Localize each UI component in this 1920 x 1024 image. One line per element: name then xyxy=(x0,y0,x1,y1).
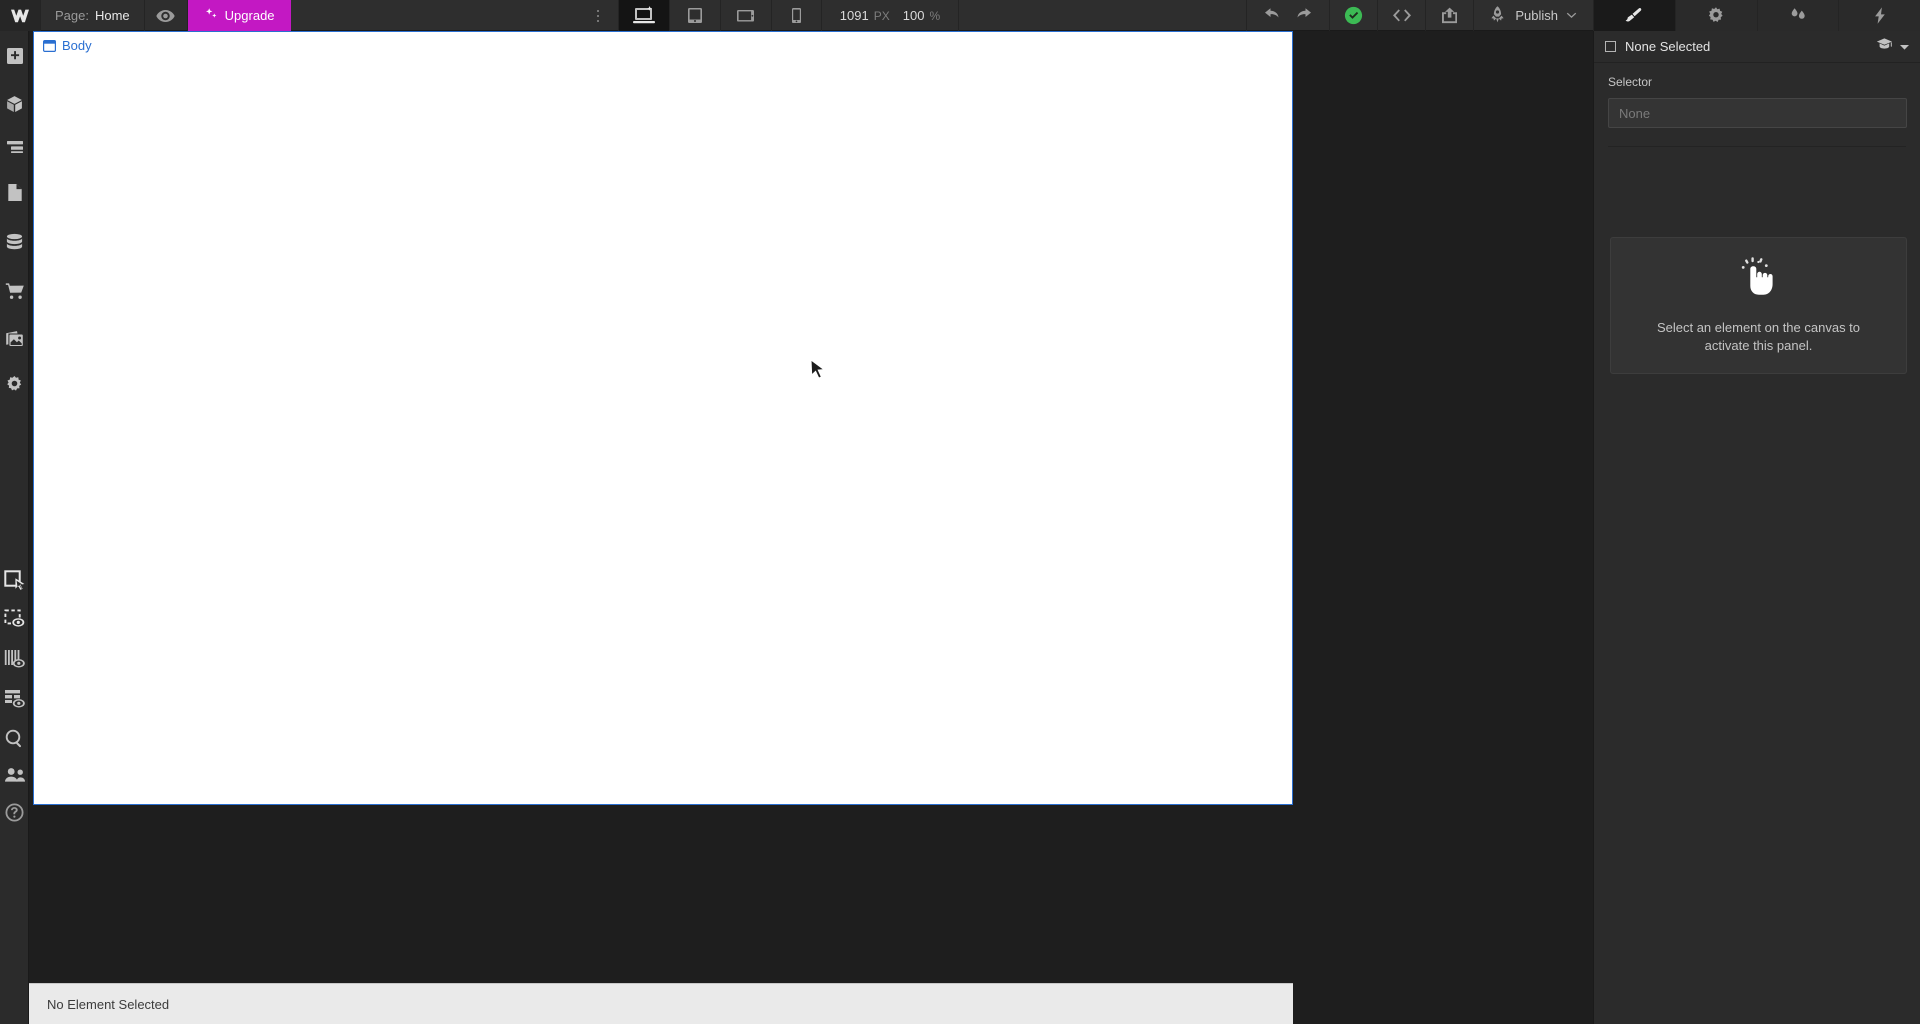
share-export-icon[interactable] xyxy=(1425,0,1473,31)
publish-label: Publish xyxy=(1515,8,1558,23)
body-element-label[interactable]: Body xyxy=(39,36,96,55)
device-tablet-button[interactable] xyxy=(668,0,720,31)
sidebar-item-cms[interactable] xyxy=(0,225,29,259)
selector-input[interactable]: None xyxy=(1608,98,1907,128)
device-breakpoints xyxy=(617,0,822,31)
tab-effects[interactable] xyxy=(1838,0,1920,31)
sidebar-item-assets[interactable] xyxy=(0,322,29,356)
more-vertical-icon[interactable] xyxy=(578,0,618,31)
selector-label: Selector xyxy=(1608,75,1653,89)
canvas-width-value: 1091 xyxy=(839,8,869,23)
redo-arrow-icon[interactable] xyxy=(1294,6,1313,25)
body-label-text: Body xyxy=(62,38,92,53)
sidebar-item-components[interactable] xyxy=(0,87,29,121)
webflow-designer: Page: Home Upgrade 1091 PX 100 % Publish… xyxy=(0,0,1920,1024)
zoom-scale-value: 100 xyxy=(902,8,925,23)
canvas-area: Body No Element Selected xyxy=(29,31,1293,1024)
tab-settings[interactable] xyxy=(1674,0,1757,31)
empty-state-panel: Select an element on the canvas to activ… xyxy=(1610,237,1907,374)
toolbar-spacer-left xyxy=(291,0,578,30)
chevron-down-icon xyxy=(1566,8,1577,23)
sidebar-item-show-hidden[interactable] xyxy=(0,602,29,636)
sidebar-item-navigator[interactable] xyxy=(0,130,29,164)
sidebar-item-add-elements[interactable] xyxy=(0,39,29,73)
page-value: Home xyxy=(94,8,130,23)
square-outline-icon xyxy=(1605,41,1616,52)
sparkle-icon xyxy=(204,7,218,24)
zoom-readout[interactable]: 1091 PX 100 % xyxy=(822,0,960,31)
code-brackets-icon[interactable] xyxy=(1377,0,1425,31)
webflow-logo-icon[interactable] xyxy=(0,0,41,31)
pointing-hand-click-icon xyxy=(1739,256,1779,303)
empty-state-message: Select an element on the canvas to activ… xyxy=(1656,320,1861,353)
upgrade-label: Upgrade xyxy=(224,8,275,23)
selector-section: Selector None xyxy=(1594,63,1920,147)
chevron-down-icon[interactable] xyxy=(1899,38,1910,56)
panel-divider xyxy=(1608,146,1906,147)
status-bar: No Element Selected xyxy=(29,983,1293,1024)
device-mobile-button[interactable] xyxy=(770,0,822,31)
canvas-width-unit: PX xyxy=(873,8,890,23)
canvas-body-frame[interactable]: Body xyxy=(33,31,1293,805)
left-sidebar xyxy=(0,31,29,1024)
sidebar-item-preview-grid[interactable] xyxy=(0,682,29,716)
page-label: Page: xyxy=(55,8,89,23)
page-selector[interactable]: Page: Home xyxy=(41,0,145,31)
top-toolbar: Page: Home Upgrade 1091 PX 100 % Publish xyxy=(0,0,1920,31)
tab-style[interactable] xyxy=(1593,0,1675,31)
selector-input-placeholder: None xyxy=(1619,105,1651,121)
style-panel: None Selected Selector None Select an el… xyxy=(1593,31,1920,1024)
mouse-pointer-icon xyxy=(810,359,826,379)
sidebar-item-pages[interactable] xyxy=(0,175,29,209)
selection-header: None Selected xyxy=(1594,31,1920,63)
toolbar-actions: Publish xyxy=(1246,0,1920,31)
undo-arrow-icon[interactable] xyxy=(1263,6,1282,25)
rocket-icon xyxy=(1488,5,1507,27)
right-panel-tabs xyxy=(1593,0,1920,31)
toolbar-spacer-right xyxy=(959,0,1246,30)
sidebar-item-collaborators[interactable] xyxy=(0,758,29,792)
sidebar-item-ecommerce[interactable] xyxy=(0,274,29,308)
tab-interactions[interactable] xyxy=(1756,0,1839,31)
selection-header-tools xyxy=(1876,37,1910,56)
sidebar-item-settings[interactable] xyxy=(0,367,29,401)
check-circle-icon[interactable] xyxy=(1329,0,1377,31)
upgrade-button[interactable]: Upgrade xyxy=(187,0,291,31)
publish-button[interactable]: Publish xyxy=(1473,0,1593,31)
eye-preview-icon[interactable] xyxy=(145,0,188,31)
device-desktop-button[interactable] xyxy=(617,0,669,31)
browser-window-icon xyxy=(43,39,56,52)
graduation-cap-icon[interactable] xyxy=(1876,37,1893,56)
sidebar-item-help[interactable] xyxy=(0,795,29,829)
sidebar-item-select-tool[interactable] xyxy=(0,564,29,598)
selection-title: None Selected xyxy=(1625,39,1711,54)
zoom-scale-unit: % xyxy=(929,8,941,23)
device-tablet-landscape-button[interactable] xyxy=(719,0,771,31)
undo-redo-group xyxy=(1246,0,1329,31)
sidebar-item-show-guides[interactable] xyxy=(0,642,29,676)
status-bar-text: No Element Selected xyxy=(47,996,170,1012)
sidebar-item-search[interactable] xyxy=(0,721,29,755)
